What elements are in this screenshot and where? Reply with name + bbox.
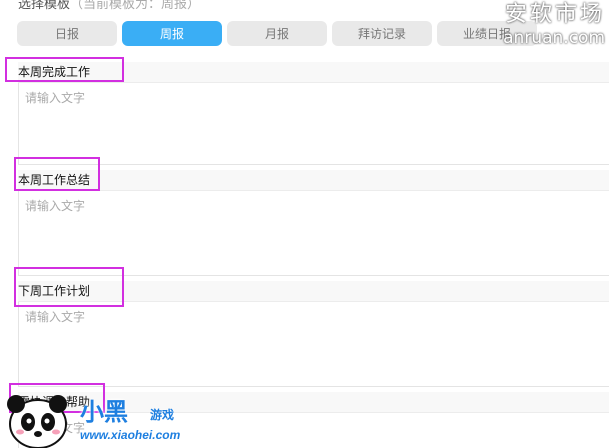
- completed-work-textarea[interactable]: 请输入文字: [18, 83, 609, 165]
- xiaohei-logo: 小黑 游戏 www.xiaohei.com: [0, 388, 200, 448]
- summary-placeholder: 请输入文字: [25, 199, 86, 213]
- watermark-en: anruan.com: [503, 28, 605, 48]
- panda-icon: [7, 395, 67, 448]
- section-title-plan: 下周工作计划: [18, 284, 91, 298]
- logo-small-text: 游戏: [150, 408, 175, 422]
- tab-weekly[interactable]: 周报: [122, 21, 222, 46]
- divider: [18, 275, 609, 276]
- summary-textarea[interactable]: 请输入文字: [18, 191, 609, 276]
- tab-visit-record[interactable]: 拜访记录: [332, 21, 432, 46]
- template-hint: 选择模板（当前模板为：周报）: [18, 0, 200, 12]
- completed-work-placeholder: 请输入文字: [25, 91, 86, 105]
- plan-textarea[interactable]: 请输入文字: [18, 302, 609, 387]
- tab-daily[interactable]: 日报: [17, 21, 117, 46]
- divider: [18, 164, 609, 165]
- section-title-completed: 本周完成工作: [18, 65, 91, 79]
- logo-text: 小黑: [80, 398, 128, 426]
- watermark-cn: 安软市场: [504, 2, 605, 27]
- template-hint-title: 选择模板: [18, 0, 71, 11]
- plan-placeholder: 请输入文字: [25, 310, 86, 324]
- section-header-summary: 本周工作总结: [18, 170, 609, 191]
- logo-url: www.xiaohei.com: [80, 428, 181, 442]
- section-title-summary: 本周工作总结: [18, 173, 91, 187]
- anruan-watermark: 安软市场 anruan.com: [503, 2, 605, 48]
- template-hint-subtitle: （当前模板为：周报）: [70, 0, 201, 11]
- tab-monthly[interactable]: 月报: [227, 21, 327, 46]
- section-header-plan: 下周工作计划: [18, 281, 609, 302]
- divider: [18, 386, 609, 387]
- section-header-completed: 本周完成工作: [18, 62, 609, 83]
